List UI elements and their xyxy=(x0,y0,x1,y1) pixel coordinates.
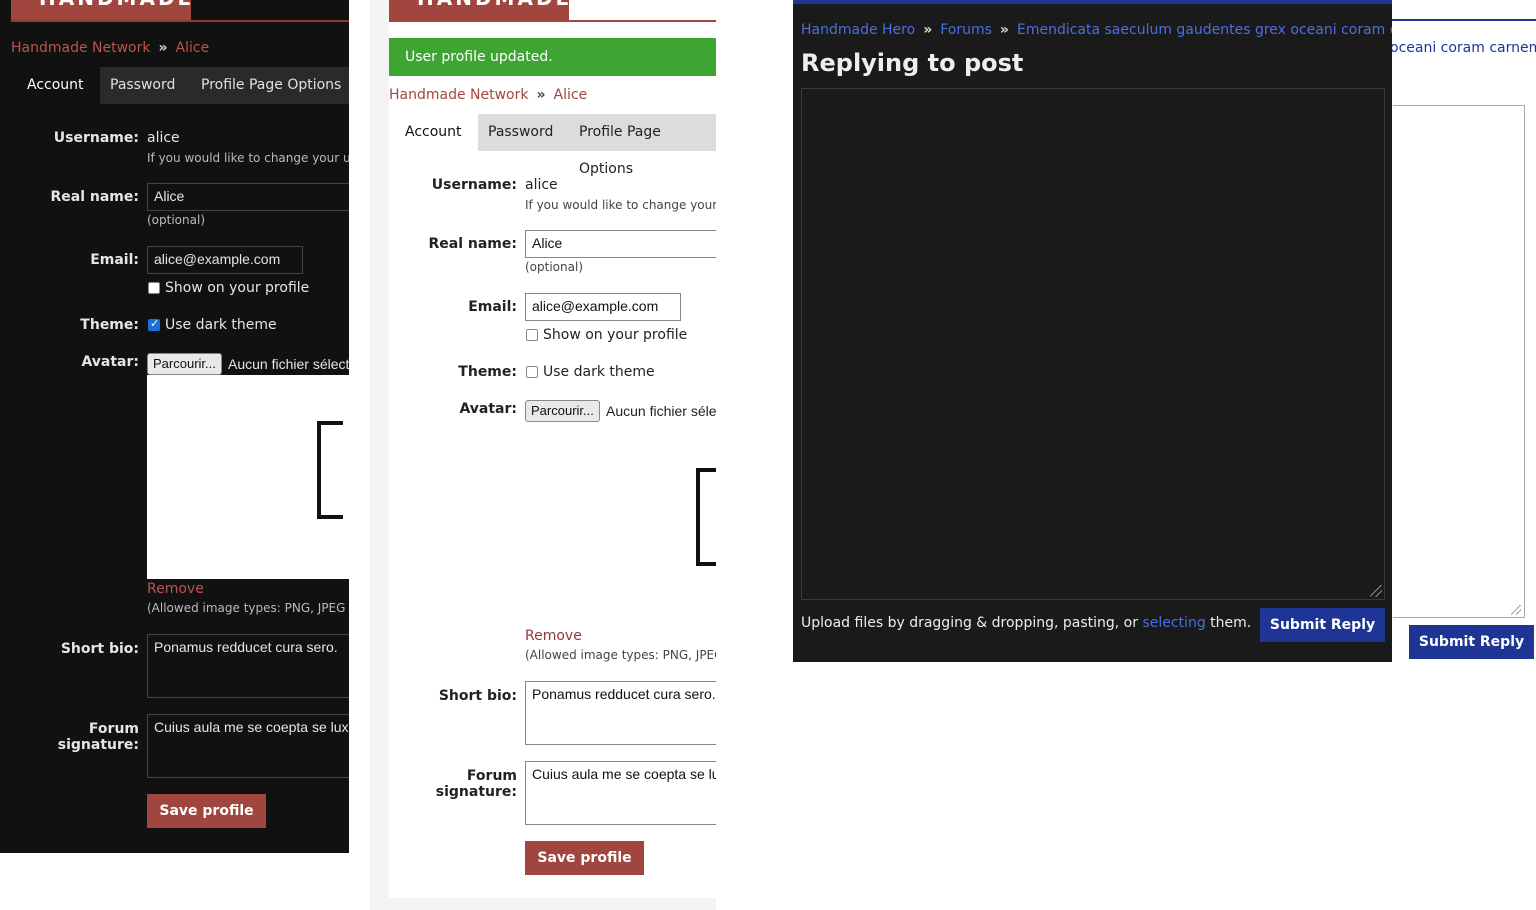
avatar-placeholder-bracket xyxy=(696,468,716,566)
profile-card: HANDMADE User profile updated. Handmade … xyxy=(389,0,716,898)
avatar-allowed-types-hint: (Allowed image types: PNG, JPEG and GIF.… xyxy=(147,601,349,615)
upload-select-link[interactable]: selecting xyxy=(1142,615,1205,631)
show-email-checkbox[interactable] xyxy=(526,329,538,341)
avatar-remove-link[interactable]: Remove xyxy=(525,628,582,644)
submit-reply-button[interactable]: Submit Reply xyxy=(1260,608,1385,642)
avatar-file-status: Aucun fichier sélectionné. xyxy=(228,356,349,372)
breadcrumb-network-link[interactable]: Handmade Network xyxy=(11,40,151,56)
show-email-label: Show on your profile xyxy=(165,280,310,296)
breadcrumb-thread-link[interactable]: Emendicata saeculum gaudentes grex ocean… xyxy=(1017,22,1392,38)
tab-profile-page-options[interactable]: Profile Page Options xyxy=(201,67,341,104)
realname-input[interactable]: Alice xyxy=(147,183,349,211)
tab-account[interactable]: Account xyxy=(389,114,478,151)
email-input[interactable]: alice@example.com xyxy=(147,246,303,274)
bio-label: Short bio: xyxy=(438,688,517,704)
email-input[interactable]: alice@example.com xyxy=(525,293,681,321)
header-accent-line xyxy=(793,0,1392,4)
avatar-browse-button[interactable]: Parcourir... xyxy=(147,353,222,375)
theme-label: Theme: xyxy=(80,317,139,333)
avatar-remove-link[interactable]: Remove xyxy=(147,581,204,597)
save-profile-button[interactable]: Save profile xyxy=(147,794,266,828)
breadcrumb-project-link[interactable]: Handmade Hero xyxy=(801,22,915,38)
bio-label: Short bio: xyxy=(60,641,139,657)
reply-textarea[interactable] xyxy=(801,88,1385,600)
reply-window-light: oceani coram carnem. Submit Reply xyxy=(1390,0,1536,665)
reply-window-dark: Handmade Hero » Forums » Emendicata saeculum… xyxy=(793,0,1392,662)
resize-grip-icon[interactable] xyxy=(1511,605,1521,615)
dark-theme-checkbox[interactable] xyxy=(526,366,538,378)
profile-window-dark: HANDMADE Handmade Network » Alice Account … xyxy=(0,0,349,853)
tab-password[interactable]: Password xyxy=(110,67,175,104)
email-label: Email: xyxy=(90,252,139,268)
submit-reply-button[interactable]: Submit Reply xyxy=(1409,625,1534,659)
save-profile-button[interactable]: Save profile xyxy=(525,841,644,875)
realname-input[interactable]: Alice xyxy=(525,230,716,258)
username-value: alice xyxy=(147,130,180,146)
upload-instructions: Upload files by dragging & dropping, pas… xyxy=(801,615,1251,631)
show-email-checkbox[interactable] xyxy=(148,282,160,294)
breadcrumb-network-link[interactable]: Handmade Network xyxy=(389,87,529,103)
username-label: Username: xyxy=(53,130,139,146)
theme-label: Theme: xyxy=(458,364,517,380)
signature-textarea[interactable]: Cuius aula me se coepta se luxuriae. xyxy=(525,761,716,825)
bio-textarea[interactable]: Ponamus redducet cura sero. xyxy=(147,634,349,698)
upload-text-prefix: Upload files by dragging & dropping, pas… xyxy=(801,615,1143,631)
header-bar: HANDMADE xyxy=(389,0,716,22)
breadcrumb-separator: » xyxy=(158,40,168,56)
bio-textarea[interactable]: Ponamus redducet cura sero. xyxy=(525,681,716,745)
breadcrumb-user-link[interactable]: Alice xyxy=(554,87,588,103)
dark-theme-checkbox[interactable] xyxy=(148,317,160,331)
signature-textarea[interactable]: Cuius aula me se coepta se luxuriae. xyxy=(147,714,349,778)
avatar-browse-button[interactable]: Parcourir... xyxy=(525,400,600,422)
profile-card: HANDMADE Handmade Network » Alice Account … xyxy=(11,0,349,853)
username-hint: If you would like to change your usernam… xyxy=(147,151,349,165)
username-hint: If you would like to change your usernam… xyxy=(525,198,716,212)
handmade-logo[interactable]: HANDMADE xyxy=(389,0,569,20)
success-notice: User profile updated. xyxy=(389,38,716,76)
breadcrumb-user-link[interactable]: Alice xyxy=(176,40,210,56)
realname-label: Real name: xyxy=(50,189,140,205)
tab-password[interactable]: Password xyxy=(488,114,553,151)
handmade-logo[interactable]: HANDMADE xyxy=(11,0,191,20)
upload-text-suffix: them. xyxy=(1205,615,1252,631)
profile-tabs: Account Password Profile Page Options xyxy=(389,114,716,177)
breadcrumb: Handmade Hero » Forums » Emendicata saeculum… xyxy=(801,22,1392,38)
realname-optional-hint: (optional) xyxy=(147,213,205,227)
breadcrumb-separator: » xyxy=(999,22,1009,38)
realname-label: Real name: xyxy=(428,236,518,252)
header-accent-line xyxy=(1390,19,1536,21)
username-value: alice xyxy=(525,177,558,193)
email-label: Email: xyxy=(468,299,517,315)
breadcrumb: Handmade Network » Alice xyxy=(389,87,587,103)
signature-label: Forum signature: xyxy=(57,721,139,753)
reply-textarea[interactable] xyxy=(1393,105,1525,618)
breadcrumb-forums-link[interactable]: Forums xyxy=(940,22,992,38)
page-title: Replying to post xyxy=(801,49,1024,77)
realname-optional-hint: (optional) xyxy=(525,260,583,274)
header-bar: HANDMADE xyxy=(11,0,349,22)
breadcrumb-separator: » xyxy=(923,22,933,38)
tab-profile-page-options[interactable]: Profile Page Options xyxy=(579,114,716,177)
dark-theme-label: Use dark theme xyxy=(165,317,277,333)
breadcrumb-thread-link[interactable]: oceani coram carnem. xyxy=(1390,40,1536,56)
resize-grip-icon[interactable] xyxy=(1370,585,1382,597)
username-label: Username: xyxy=(431,177,517,193)
show-email-label: Show on your profile xyxy=(543,327,688,343)
avatar-label: Avatar: xyxy=(81,354,139,370)
avatar-file-status: Aucun fichier sélectionné. xyxy=(606,403,716,419)
avatar-allowed-types-hint: (Allowed image types: PNG, JPEG and GIF.… xyxy=(525,648,716,662)
avatar-label: Avatar: xyxy=(459,401,517,417)
dark-theme-label: Use dark theme xyxy=(543,364,655,380)
avatar-preview xyxy=(147,375,349,579)
avatar-placeholder-bracket xyxy=(317,421,343,519)
avatar-preview xyxy=(525,422,716,626)
tab-account[interactable]: Account xyxy=(11,67,100,104)
signature-label: Forum signature: xyxy=(435,768,517,800)
profile-window-light: HANDMADE User profile updated. Handmade … xyxy=(370,0,716,910)
breadcrumb: Handmade Network » Alice xyxy=(11,40,209,56)
breadcrumb-separator: » xyxy=(536,87,546,103)
profile-tabs: Account Password Profile Page Options xyxy=(11,67,349,104)
